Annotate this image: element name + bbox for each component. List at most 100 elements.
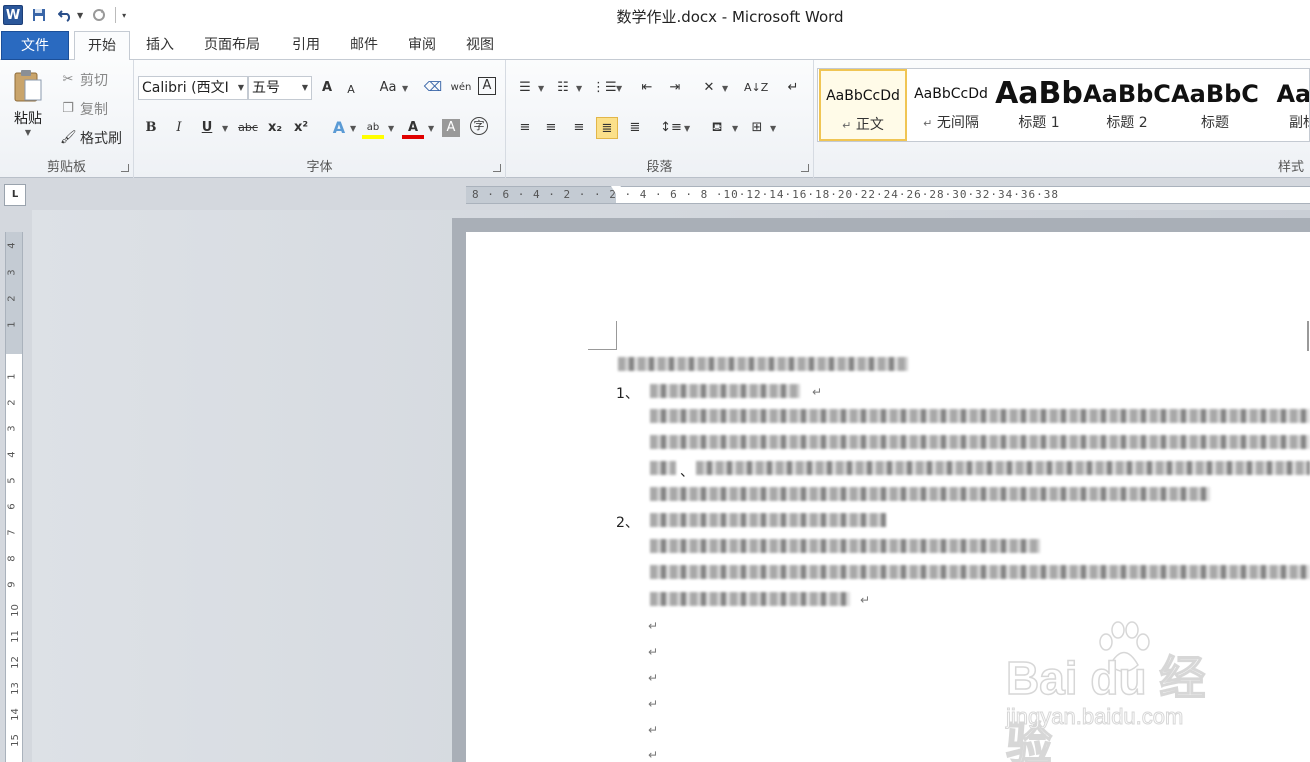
text-effects-dropdown-icon[interactable]: ▼ xyxy=(350,124,356,133)
tab-insert[interactable]: 插入 xyxy=(136,31,184,60)
increase-indent-icon[interactable]: ⇥ xyxy=(664,77,686,99)
style-normal-preview: AaBbCcDd xyxy=(826,88,900,104)
margin-corner-mark xyxy=(1307,321,1309,351)
chinese-layout-icon[interactable]: ✕ xyxy=(698,77,720,99)
vruler-num: 8 xyxy=(6,555,18,562)
paragraph-launcher-icon[interactable] xyxy=(801,164,809,172)
borders-dropdown-icon[interactable]: ▼ xyxy=(770,124,776,133)
shrink-font-button[interactable]: A xyxy=(340,79,362,101)
line-spacing-icon[interactable]: ↕≡ xyxy=(660,117,682,139)
tab-references[interactable]: 引用 xyxy=(280,31,332,60)
font-color-dropdown-icon[interactable]: ▼ xyxy=(428,124,434,133)
show-marks-icon[interactable]: ↵ xyxy=(782,77,804,99)
styles-gallery: AaBbCcDd ↵ 正文 AaBbCcDd ↵ 无间隔 AaBb 标题 1 A… xyxy=(817,68,1310,142)
line-spacing-dropdown-icon[interactable]: ▼ xyxy=(684,124,690,133)
blurred-text-line xyxy=(696,461,1310,475)
style-subtitle-preview: AaB xyxy=(1276,80,1310,108)
strikethrough-button[interactable]: abc xyxy=(234,117,262,139)
sort-icon[interactable]: A↓Z xyxy=(744,77,768,99)
align-left-icon[interactable]: ≡ xyxy=(514,117,536,139)
format-painter-button[interactable]: 🖌 格式刷 xyxy=(60,128,122,148)
style-no-spacing[interactable]: AaBbCcDd ↵ 无间隔 xyxy=(907,69,995,141)
style-heading-2[interactable]: AaBbC 标题 2 xyxy=(1083,69,1171,141)
vruler-num: 1 xyxy=(6,321,18,328)
phonetic-guide-button[interactable]: wén xyxy=(450,77,472,99)
enclose-char-button[interactable]: 字 xyxy=(470,117,488,135)
window-title: 数学作业.docx - Microsoft Word xyxy=(616,8,844,26)
font-group: Calibri (西文I ▼ 五号 ▼ A A Aa ▼ ⌫ wén A B I U… xyxy=(134,60,506,178)
chevron-down-icon: ▼ xyxy=(237,83,244,92)
brush-icon: 🖌 xyxy=(60,130,77,145)
paste-dropdown-icon[interactable]: ▼ xyxy=(8,128,48,137)
underline-button[interactable]: U xyxy=(196,117,218,139)
superscript-button[interactable]: x² xyxy=(290,117,312,139)
tab-home[interactable]: 开始 xyxy=(74,31,130,61)
shading-icon[interactable]: ⛾ xyxy=(706,117,728,139)
paragraph-mark: ↵ xyxy=(860,593,871,607)
font-size-combo[interactable]: 五号 ▼ xyxy=(248,76,312,100)
styles-group-label: 样式 xyxy=(1277,160,1304,175)
tab-page-layout[interactable]: 页面布局 xyxy=(194,31,270,60)
distributed-icon[interactable]: ≣ xyxy=(624,117,646,139)
vruler-num: 5 xyxy=(6,477,18,484)
change-case-dropdown-icon[interactable]: ▼ xyxy=(402,84,408,93)
subscript-button[interactable]: x₂ xyxy=(264,117,286,139)
multilevel-dropdown-icon[interactable]: ▼ xyxy=(616,84,622,93)
tab-file[interactable]: 文件 xyxy=(1,31,69,60)
chinese-layout-dropdown-icon[interactable]: ▼ xyxy=(722,84,728,93)
multilevel-list-icon[interactable]: ⋮☰ xyxy=(592,77,617,99)
style-heading-1-name: 标题 1 xyxy=(1018,115,1060,131)
text-fragment: 、 xyxy=(680,464,694,480)
tab-mailings[interactable]: 邮件 xyxy=(338,31,390,60)
style-title[interactable]: AaBbC 标题 xyxy=(1171,69,1259,141)
highlight-dropdown-icon[interactable]: ▼ xyxy=(388,124,394,133)
bullets-dropdown-icon[interactable]: ▼ xyxy=(538,84,544,93)
paste-button[interactable]: 粘贴 ▼ xyxy=(8,68,48,137)
font-color-button[interactable]: A xyxy=(402,117,424,139)
clipboard-group: 粘贴 ▼ ✂ 剪切 ❐ 复制 🖌 格式刷 剪贴板 xyxy=(0,60,134,178)
copy-button[interactable]: ❐ 复制 xyxy=(60,99,108,119)
italic-button[interactable]: I xyxy=(168,117,190,139)
borders-icon[interactable]: ⊞ xyxy=(746,117,768,139)
char-shading-button[interactable]: A xyxy=(442,119,460,137)
font-name-combo[interactable]: Calibri (西文I ▼ xyxy=(138,76,248,100)
clipboard-launcher-icon[interactable] xyxy=(121,164,129,172)
text-effects-button[interactable]: A xyxy=(328,117,350,139)
numbering-dropdown-icon[interactable]: ▼ xyxy=(576,84,582,93)
align-center-icon[interactable]: ≡ xyxy=(540,117,562,139)
char-border-button[interactable]: A xyxy=(478,77,496,95)
ribbon-tabs: 文件 开始 插入 页面布局 引用 邮件 审阅 视图 xyxy=(0,30,1310,61)
align-right-icon[interactable]: ≡ xyxy=(568,117,590,139)
horizontal-ruler[interactable]: 8 · 6 · 4 · 2 · · 2 · 4 · 6 · 8 ·10·12·1… xyxy=(466,186,1310,204)
shading-dropdown-icon[interactable]: ▼ xyxy=(732,124,738,133)
tab-view[interactable]: 视图 xyxy=(454,31,506,60)
paragraph-group-label: 段落 xyxy=(646,160,673,175)
style-no-spacing-preview: AaBbCcDd xyxy=(914,86,988,102)
bold-button[interactable]: B xyxy=(140,117,162,139)
clear-format-icon[interactable]: ⌫ xyxy=(422,77,444,99)
tab-review[interactable]: 审阅 xyxy=(396,31,448,60)
copy-icon: ❐ xyxy=(62,101,74,116)
bullets-icon[interactable]: ☰ xyxy=(514,77,536,99)
vertical-ruler[interactable]: 4 3 2 1 1 2 3 4 5 6 7 8 9 10 11 12 13 14… xyxy=(5,232,23,762)
vruler-num: 6 xyxy=(6,503,18,510)
paragraph-mark: ↵ xyxy=(648,697,659,711)
grow-font-button[interactable]: A xyxy=(316,77,338,99)
highlight-button[interactable]: ab xyxy=(362,117,384,139)
change-case-button[interactable]: Aa xyxy=(374,77,402,99)
vruler-num: 2 xyxy=(6,295,18,302)
indent-marker-icon[interactable] xyxy=(611,186,621,204)
decrease-indent-icon[interactable]: ⇤ xyxy=(636,77,658,99)
style-heading-1[interactable]: AaBb 标题 1 xyxy=(995,69,1083,141)
tab-selector[interactable]: L xyxy=(4,184,26,206)
font-launcher-icon[interactable] xyxy=(493,164,501,172)
numbering-icon[interactable]: ☷ xyxy=(552,77,574,99)
style-heading-2-name: 标题 2 xyxy=(1106,115,1148,131)
style-normal[interactable]: AaBbCcDd ↵ 正文 xyxy=(819,69,907,141)
cut-button[interactable]: ✂ 剪切 xyxy=(60,70,108,90)
style-subtitle[interactable]: AaB 副标 xyxy=(1259,69,1310,141)
baidu-watermark: Bai du 经验 jingyan.baidu.com xyxy=(1000,620,1250,762)
vruler-num: 10 xyxy=(9,604,21,617)
justify-icon[interactable]: ≣ xyxy=(596,117,618,139)
underline-dropdown-icon[interactable]: ▼ xyxy=(222,124,228,133)
